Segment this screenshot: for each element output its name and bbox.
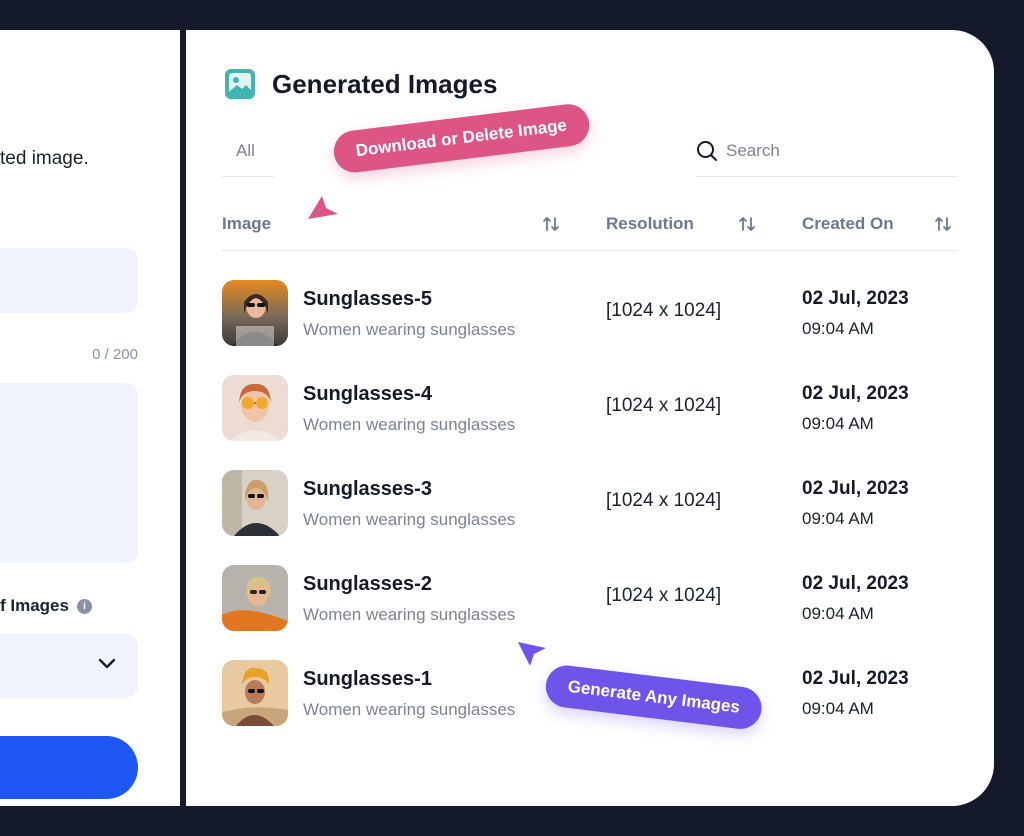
column-header-created-on[interactable]: Created On <box>802 214 894 234</box>
sort-arrows-icon[interactable] <box>738 215 756 233</box>
image-description: Women wearing sunglasses <box>303 700 516 719</box>
table-row[interactable]: Sunglasses-3 Women wearing sunglasses [1… <box>222 470 958 540</box>
created-date: 02 Jul, 2023 <box>802 478 909 499</box>
table-row[interactable]: Sunglasses-2 Women wearing sunglasses [1… <box>222 565 958 635</box>
search-input[interactable] <box>726 138 946 164</box>
info-icon[interactable]: i <box>76 598 92 614</box>
pink-pointer-icon <box>308 196 338 219</box>
page-title: Generated Images <box>272 68 498 99</box>
chevron-down-icon <box>98 658 116 669</box>
num-images-label: f Images i <box>0 596 92 616</box>
tab-all-label: All <box>236 141 255 160</box>
image-thumbnail[interactable] <box>222 660 288 726</box>
prompt-title-input[interactable] <box>0 248 138 313</box>
num-images-label-text: f Images <box>0 596 69 615</box>
image-thumbnail[interactable] <box>222 375 288 441</box>
image-description: Women wearing sunglasses <box>303 320 516 339</box>
created-time: 09:04 AM <box>802 604 874 623</box>
sort-arrows-icon[interactable] <box>542 215 560 233</box>
prompt-textarea[interactable] <box>0 383 138 563</box>
image-name: Sunglasses-3 <box>303 478 432 500</box>
image-thumbnail[interactable] <box>222 470 288 536</box>
search-box[interactable] <box>696 126 958 177</box>
char-counter: 0 / 200 <box>92 346 138 363</box>
image-resolution: [1024 x 1024] <box>606 395 722 416</box>
form-description: ted image. <box>0 148 89 169</box>
column-header-image[interactable]: Image <box>222 214 271 234</box>
image-description: Women wearing sunglasses <box>303 510 516 529</box>
created-date: 02 Jul, 2023 <box>802 288 909 309</box>
column-header-resolution[interactable]: Resolution <box>606 214 694 234</box>
panel-header: Generated Images <box>224 68 497 100</box>
tab-all[interactable]: All <box>222 126 274 177</box>
image-resolution: [1024 x 1024] <box>606 490 722 511</box>
created-time: 09:04 AM <box>802 414 874 433</box>
image-name: Sunglasses-4 <box>303 383 432 405</box>
image-icon <box>225 69 255 99</box>
image-thumbnail[interactable] <box>222 280 288 346</box>
image-description: Women wearing sunglasses <box>303 415 516 434</box>
image-description: Women wearing sunglasses <box>303 605 516 624</box>
purple-pointer-icon <box>518 642 546 666</box>
image-name: Sunglasses-1 <box>303 668 432 690</box>
created-time: 09:04 AM <box>802 699 874 718</box>
created-time: 09:04 AM <box>802 319 874 338</box>
image-thumbnail[interactable] <box>222 565 288 631</box>
image-name: Sunglasses-2 <box>303 573 432 595</box>
image-resolution: [1024 x 1024] <box>606 585 722 606</box>
search-icon <box>697 141 717 161</box>
generate-button[interactable] <box>0 736 138 799</box>
created-date: 02 Jul, 2023 <box>802 383 909 404</box>
created-date: 02 Jul, 2023 <box>802 573 909 594</box>
sort-arrows-icon[interactable] <box>934 215 952 233</box>
generator-form-panel: ted image. 0 / 200 f Images i <box>0 30 180 806</box>
table-row[interactable]: Sunglasses-5 Women wearing sunglasses [1… <box>222 280 958 350</box>
image-name: Sunglasses-5 <box>303 288 432 310</box>
image-resolution: [1024 x 1024] <box>606 300 722 321</box>
created-time: 09:04 AM <box>802 509 874 528</box>
num-images-select[interactable] <box>0 634 138 698</box>
created-date: 02 Jul, 2023 <box>802 668 909 689</box>
table-row[interactable]: Sunglasses-4 Women wearing sunglasses [1… <box>222 375 958 445</box>
